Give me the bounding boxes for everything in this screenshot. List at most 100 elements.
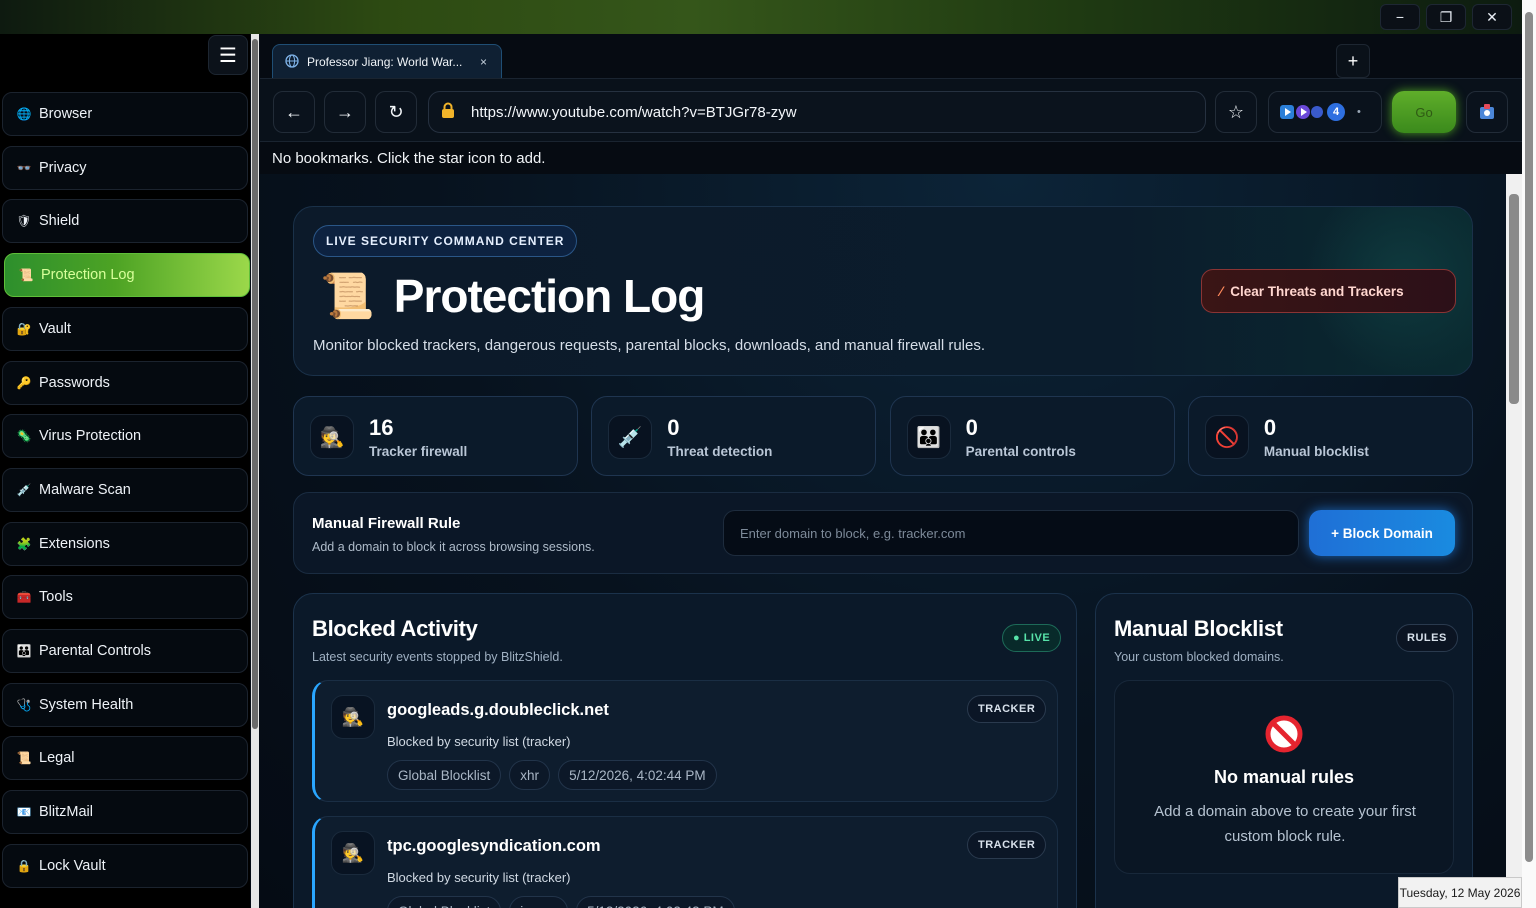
- sidebar-item-virus-protection[interactable]: 🦠 Virus Protection: [2, 414, 248, 459]
- sidebar-item-malware-scan[interactable]: 💉 Malware Scan: [2, 467, 248, 512]
- family-icon: 👪: [906, 415, 951, 459]
- sidebar-item-blitzmail[interactable]: 📧 BlitzMail: [2, 790, 248, 835]
- page-scrollbar[interactable]: [1506, 174, 1522, 908]
- sidebar-item-icon: 📜: [16, 751, 32, 766]
- sidebar-item-label: BlitzMail: [39, 804, 93, 821]
- live-security-pill: LIVE SECURITY COMMAND CENTER: [313, 225, 578, 257]
- sidebar-item-icon: 🌐: [16, 107, 32, 121]
- new-tab-button[interactable]: +: [1336, 44, 1370, 78]
- navigation-bar: ← → ↻ https://www.youtube.com/watch?v=BT…: [260, 78, 1522, 142]
- syringe-icon: 💉: [608, 415, 653, 459]
- clear-threats-button[interactable]: ⁄ Clear Threats and Trackers: [1201, 269, 1456, 313]
- sidebar-item-extensions[interactable]: 🧩 Extensions: [2, 521, 248, 566]
- sidebar-item-icon: 🔐: [16, 321, 32, 336]
- sidebar-item-label: Passwords: [39, 374, 110, 391]
- sidebar-item-icon: 📜: [18, 268, 34, 283]
- sidebar-item-vault[interactable]: 🔐 Vault: [2, 306, 248, 351]
- no-entry-icon: [1265, 715, 1303, 753]
- block-domain-input[interactable]: [723, 510, 1299, 556]
- extension-count-badge: 4: [1327, 103, 1345, 121]
- blocked-event-item[interactable]: 🕵 tpc.googlesyndication.com Blocked by sec…: [312, 816, 1058, 908]
- sidebar-item-legal[interactable]: 📜 Legal: [2, 736, 248, 781]
- spy-icon: 🕵: [310, 415, 354, 459]
- sidebar-item-label: Legal: [39, 750, 75, 767]
- rules-badge: RULES: [1396, 624, 1458, 652]
- event-chips: Global Blocklist xhr 5/12/2026, 4:02:44 PM: [387, 760, 717, 790]
- sidebar-item-browser[interactable]: 🌐 Browser: [2, 92, 248, 136]
- sidebar-item-system-health[interactable]: 🩺 System Health: [2, 682, 248, 727]
- address-bar[interactable]: https://www.youtube.com/watch?v=BTJGr78-…: [428, 91, 1206, 133]
- bookmark-star-icon[interactable]: ☆: [1215, 91, 1257, 133]
- extensions-button[interactable]: 4 •: [1268, 91, 1382, 133]
- tracker-tag: TRACKER: [967, 695, 1047, 723]
- tab-title: Professor Jiang: World War...: [307, 55, 463, 69]
- sidebar-item-label: Parental Controls: [39, 643, 152, 659]
- manual-blocklist-panel: Manual Blocklist Your custom blocked dom…: [1095, 593, 1473, 908]
- sidebar-item-icon: 🩺: [16, 697, 32, 712]
- profile-icon[interactable]: [1466, 91, 1508, 133]
- dropdown-dot-icon[interactable]: •: [1357, 106, 1361, 118]
- url-text[interactable]: https://www.youtube.com/watch?v=BTJGr78-…: [471, 104, 797, 121]
- sidebar-item-parental-controls[interactable]: 👪 Parental Controls: [2, 629, 248, 673]
- sidebar-item-icon: 🛡: [16, 214, 32, 229]
- parental-controls-stat: 👪 0 Parental controls: [889, 396, 1175, 476]
- firewall-title: Manual Firewall Rule: [312, 515, 461, 532]
- sidebar-item-protection-log[interactable]: 📜 Protection Log: [4, 253, 250, 298]
- event-chip: Global Blocklist: [387, 896, 502, 908]
- sidebar-scrollbar[interactable]: [251, 34, 259, 908]
- sidebar-item-label: Extensions: [39, 535, 110, 552]
- go-button[interactable]: Go: [1392, 91, 1456, 133]
- stat-value: 0: [1263, 415, 1277, 440]
- sidebar-item-label: Lock Vault: [39, 857, 106, 874]
- forward-button[interactable]: →: [324, 91, 366, 133]
- hero-card: LIVE SECURITY COMMAND CENTER 📜 Protectio…: [293, 206, 1473, 376]
- spy-icon: 🕵: [331, 695, 375, 739]
- sidebar-item-lock-vault[interactable]: 🔒 Lock Vault: [2, 843, 248, 888]
- event-chip: 5/12/2026, 4:02:43 PM: [576, 896, 735, 908]
- tracker-tag: TRACKER: [967, 831, 1047, 859]
- sidebar-item-icon: 💉: [16, 482, 32, 497]
- sidebar-item-label: Tools: [39, 589, 73, 606]
- block-domain-button[interactable]: + Block Domain: [1309, 510, 1455, 556]
- sidebar-item-shield[interactable]: 🛡 Shield: [2, 199, 248, 244]
- event-chip: image: [509, 896, 569, 908]
- sidebar-item-icon: 📧: [16, 805, 32, 820]
- menu-toggle-icon[interactable]: ☰: [208, 35, 248, 75]
- sidebar-item-passwords[interactable]: 🔑 Passwords: [2, 360, 248, 405]
- empty-blocklist-state: No manual rules Add a domain above to cr…: [1114, 680, 1454, 874]
- reload-button[interactable]: ↻: [375, 91, 417, 133]
- stat-label: Parental controls: [965, 444, 1076, 459]
- back-button[interactable]: ←: [273, 91, 315, 133]
- sidebar-item-label: Protection Log: [41, 267, 135, 284]
- protection-log-page: LIVE SECURITY COMMAND CENTER 📜 Protectio…: [260, 174, 1506, 908]
- spy-icon: 🕵: [331, 831, 375, 875]
- threat-detection-stat: 💉 0 Threat detection: [591, 396, 877, 476]
- event-reason: Blocked by security list (tracker): [387, 734, 571, 749]
- blocked-event-item[interactable]: 🕵 googleads.g.doubleclick.net Blocked by s…: [312, 680, 1058, 802]
- browser-chrome: Professor Jiang: World War... × + ← → ↻ …: [260, 34, 1522, 174]
- sidebar-item-icon: 🧰: [16, 590, 32, 605]
- extension-icons: [1280, 105, 1323, 119]
- sidebar-item-privacy[interactable]: 👓 Privacy: [2, 145, 248, 190]
- sidebar-item-icon: 🧩: [16, 536, 32, 551]
- sidebar-item-icon: 🔑: [16, 375, 32, 390]
- globe-icon: [285, 53, 299, 71]
- manual-blocklist-subtitle: Your custom blocked domains.: [1114, 650, 1284, 664]
- page-title: 📜 Protection Log: [320, 269, 705, 323]
- close-window-button[interactable]: ✕: [1472, 4, 1512, 30]
- window-scrollbar[interactable]: [1522, 0, 1536, 908]
- sidebar-item-tools[interactable]: 🧰 Tools: [2, 575, 248, 620]
- minimize-button[interactable]: −: [1380, 4, 1420, 30]
- stat-value: 16: [369, 415, 394, 440]
- tab-close-icon[interactable]: ×: [480, 55, 487, 69]
- manual-blocklist-title: Manual Blocklist: [1114, 616, 1283, 641]
- sidebar-item-label: Malware Scan: [39, 481, 131, 498]
- page-subtitle: Monitor blocked trackers, dangerous requ…: [313, 337, 986, 354]
- browser-tab[interactable]: Professor Jiang: World War... ×: [272, 44, 502, 80]
- event-reason: Blocked by security list (tracker): [387, 870, 571, 885]
- sidebar-item-label: Privacy: [39, 159, 87, 176]
- maximize-button[interactable]: ❐: [1426, 4, 1466, 30]
- stat-value: 0: [965, 415, 978, 440]
- lock-icon: [441, 102, 455, 122]
- event-chip: xhr: [509, 760, 551, 790]
